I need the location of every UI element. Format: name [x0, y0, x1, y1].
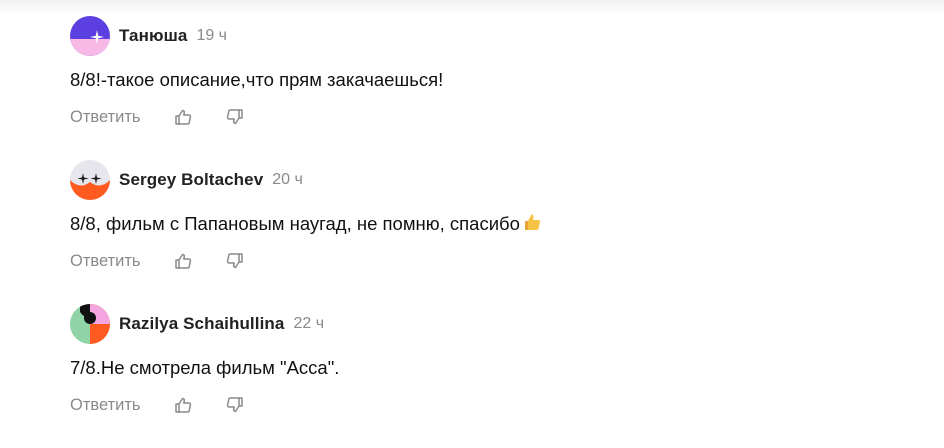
comment-time: 20 ч	[272, 171, 303, 188]
comment-text: 8/8!-такое описание,что прям закачаешься…	[70, 69, 444, 90]
avatar[interactable]	[70, 304, 110, 344]
author-name[interactable]: Sergey Boltachev	[119, 170, 263, 190]
author-name[interactable]: Танюша	[119, 26, 187, 46]
thumbs-up-emoji-icon	[522, 212, 542, 239]
comment-text-content: 8/8, фильм с Папановым наугад, не помню,…	[70, 213, 520, 234]
avatar[interactable]	[70, 16, 110, 56]
reply-button[interactable]: Ответить	[70, 252, 141, 271]
comment-time: 22 ч	[293, 315, 325, 332]
thumb-down-icon[interactable]	[225, 395, 245, 415]
comment-actions: Ответить	[70, 246, 930, 276]
comment-header: Razilya Schaihullina 22 ч	[70, 304, 930, 344]
comment-text: 7/8.Не смотрела фильм "Асса".	[70, 357, 340, 378]
top-shadow	[0, 0, 944, 14]
thumb-down-icon[interactable]	[225, 251, 245, 271]
thumb-up-icon[interactable]	[173, 395, 193, 415]
comment-item: Razilya Schaihullina 22 ч 7/8.Не смотрел…	[70, 304, 930, 448]
thumb-down-icon[interactable]	[225, 107, 245, 127]
comment-actions: Ответить	[70, 390, 930, 420]
comments-list: Танюша 19 ч 8/8!-такое описание,что прям…	[70, 16, 930, 448]
comment-item: Танюша 19 ч 8/8!-такое описание,что прям…	[70, 16, 930, 160]
comment-header: Sergey Boltachev 20 ч	[70, 160, 930, 200]
author-name[interactable]: Razilya Schaihullina	[119, 314, 284, 334]
comment-actions: Ответить	[70, 102, 930, 132]
comment-time: 19 ч	[196, 27, 228, 44]
reply-button[interactable]: Ответить	[70, 108, 141, 127]
avatar[interactable]	[70, 160, 110, 200]
thumb-up-icon[interactable]	[173, 107, 193, 127]
comment-item: Sergey Boltachev 20 ч 8/8, фильм с Папан…	[70, 160, 930, 304]
comment-header: Танюша 19 ч	[70, 16, 930, 56]
comment-text: 8/8, фильм с Папановым наугад, не помню,…	[70, 211, 930, 237]
thumb-up-icon[interactable]	[173, 251, 193, 271]
reply-button[interactable]: Ответить	[70, 396, 141, 415]
